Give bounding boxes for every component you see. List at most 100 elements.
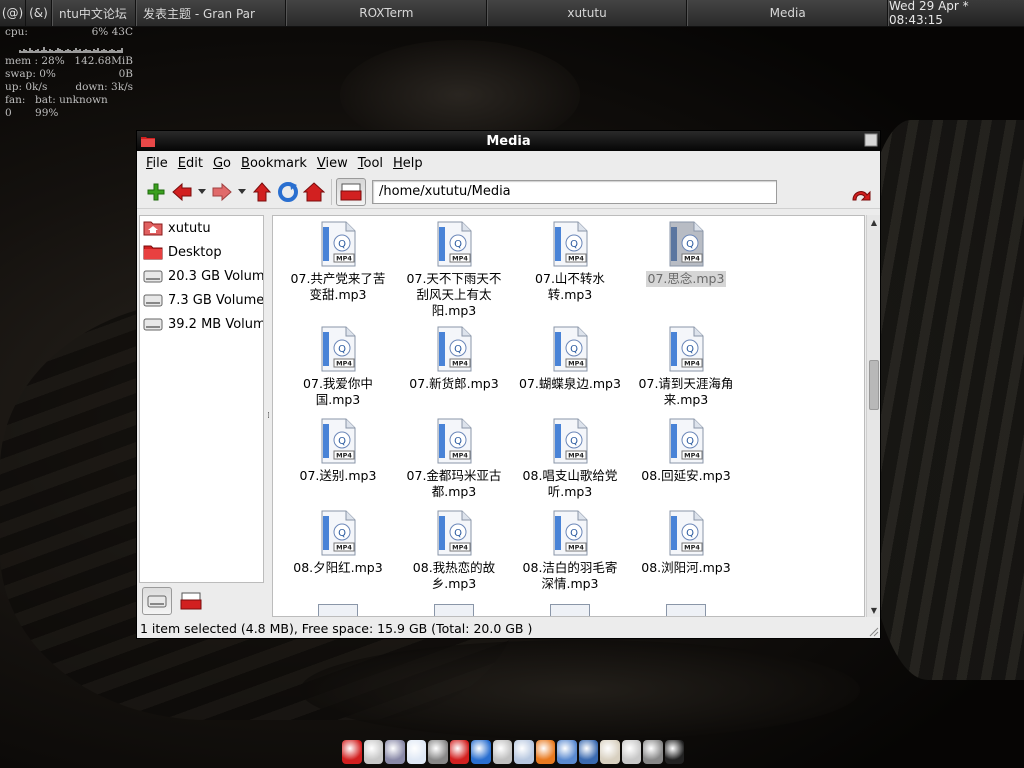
- menu-bookmark[interactable]: Bookmark: [236, 156, 312, 171]
- go-button[interactable]: [848, 183, 874, 209]
- home-icon: [303, 181, 325, 201]
- file-item-partial[interactable]: [434, 604, 474, 616]
- menu-view[interactable]: View: [312, 156, 353, 171]
- text-editor-icon[interactable]: [363, 740, 383, 764]
- sidebar-item-desktop[interactable]: Desktop: [140, 240, 263, 264]
- title-bar[interactable]: Media: [137, 131, 880, 151]
- vertical-scrollbar[interactable]: ▲ ▼: [866, 215, 880, 617]
- globe-icon[interactable]: [514, 740, 534, 764]
- file-badge: MP4: [452, 360, 468, 368]
- file-name: 08.唱支山歌给党: [522, 468, 618, 483]
- sidebar-item-volume-39mb[interactable]: 39.2 MB Volume: [140, 312, 263, 336]
- mem-value: 142.68MiB: [74, 55, 133, 67]
- svg-text:Q: Q: [686, 239, 694, 250]
- opera-icon[interactable]: [449, 740, 469, 764]
- file-item[interactable]: Q MP4 08.夕阳红.mp3: [280, 510, 396, 576]
- desktop-folder-icon: [143, 245, 163, 260]
- file-item[interactable]: Q MP4 08.我热恋的故 乡.mp3: [396, 510, 512, 592]
- back-button[interactable]: [169, 179, 195, 205]
- file-item[interactable]: Q MP4 07.我爱你中 国.mp3: [280, 326, 396, 408]
- book-icon[interactable]: [600, 740, 620, 764]
- audio-file-icon: Q MP4: [553, 418, 588, 464]
- file-item[interactable]: Q MP4 07.金都玛米亚古 都.mp3: [396, 418, 512, 500]
- menu-go[interactable]: Go: [208, 156, 236, 171]
- menu-help[interactable]: Help: [388, 156, 428, 171]
- file-item-partial[interactable]: [318, 604, 358, 616]
- task-button[interactable]: 发表主题 - Gran Par: [136, 0, 286, 26]
- file-item[interactable]: Q MP4 08.洁白的羽毛寄 深情.mp3: [512, 510, 628, 592]
- task-button-media[interactable]: Media: [687, 0, 889, 26]
- file-item[interactable]: Q MP4 07.思念.mp3: [628, 221, 744, 287]
- back-history-button[interactable]: [195, 179, 209, 205]
- resize-grip-icon[interactable]: [867, 625, 879, 637]
- scroll-up-arrow[interactable]: ▲: [867, 215, 881, 229]
- up-button[interactable]: [249, 179, 275, 205]
- workspace-1-button[interactable]: (@): [0, 0, 26, 26]
- places-mode-button[interactable]: [142, 587, 172, 615]
- sidebar-item-volume-20gb[interactable]: 20.3 GB Volume: [140, 264, 263, 288]
- sidebar-item-volume-7gb[interactable]: 7.3 GB Volume: [140, 288, 263, 312]
- task-button[interactable]: ntu中文论坛: [52, 0, 136, 26]
- task-button-roxterm[interactable]: ROXTerm: [286, 0, 487, 26]
- file-item-partial[interactable]: [666, 604, 706, 616]
- file-name: 08.洁白的羽毛寄: [522, 560, 618, 575]
- file-item-partial[interactable]: [550, 604, 590, 616]
- sidebar-item-xututu[interactable]: xututu: [140, 216, 263, 240]
- qq-icon[interactable]: [578, 740, 598, 764]
- file-item[interactable]: Q MP4 07.天不下雨天不 刮风天上有太 阳.mp3: [396, 221, 512, 319]
- forward-button[interactable]: [209, 179, 235, 205]
- scrollbar-thumb[interactable]: [869, 360, 879, 410]
- folder-icon[interactable]: [342, 740, 362, 764]
- file-item[interactable]: Q MP4 07.共产党来了苦 变甜.mp3: [280, 221, 396, 303]
- mem-label: mem : 28%: [5, 55, 65, 67]
- file-item[interactable]: Q MP4 08.唱支山歌给党 听.mp3: [512, 418, 628, 500]
- file-item[interactable]: Q MP4 08.回延安.mp3: [628, 418, 744, 484]
- side-pane-mode-switcher: [139, 585, 264, 617]
- terminal-icon[interactable]: [664, 740, 684, 764]
- cd-icon[interactable]: [492, 740, 512, 764]
- clock[interactable]: Wed 29 Apr * 08:43:15: [888, 0, 1024, 27]
- music-icon[interactable]: [471, 740, 491, 764]
- system-icon[interactable]: [385, 740, 405, 764]
- file-item[interactable]: Q MP4 07.送别.mp3: [280, 418, 396, 484]
- home-button[interactable]: [301, 179, 327, 205]
- workspace-2-button[interactable]: (&): [26, 0, 52, 26]
- joystick-icon[interactable]: [643, 740, 663, 764]
- maximize-icon[interactable]: [864, 133, 878, 147]
- menu-file[interactable]: File: [141, 156, 173, 171]
- file-item[interactable]: Q MP4 07.蝴蝶泉边.mp3: [512, 326, 628, 392]
- file-name: 07.送别.mp3: [299, 468, 377, 483]
- firefox-icon[interactable]: [535, 740, 555, 764]
- menu-tool[interactable]: Tool: [353, 156, 388, 171]
- file-list[interactable]: Q MP4 07.共产党来了苦 变甜.mp3 Q MP4 07.天不下雨天不 刮风天上有太 阳.…: [272, 215, 865, 617]
- toolbar-separator: [331, 178, 332, 205]
- sidebar-item-label: xututu: [168, 220, 211, 236]
- browser-icon[interactable]: [406, 740, 426, 764]
- dir-tree-mode-button[interactable]: [176, 587, 206, 615]
- window-title: Media: [486, 133, 531, 149]
- task-button-xututu[interactable]: xututu: [486, 0, 688, 26]
- media-icon[interactable]: [428, 740, 448, 764]
- file-badge: MP4: [684, 255, 700, 263]
- reload-button[interactable]: [275, 179, 301, 205]
- new-tab-button[interactable]: [143, 179, 169, 205]
- file-item[interactable]: Q MP4 08.浏阳河.mp3: [628, 510, 744, 576]
- scroll-down-arrow[interactable]: ▼: [867, 603, 881, 617]
- location-bar[interactable]: /home/xututu/Media: [372, 179, 777, 204]
- side-pane-button[interactable]: [336, 177, 366, 206]
- file-item[interactable]: Q MP4 07.山不转水 转.mp3: [512, 221, 628, 303]
- window-menu-icon[interactable]: [141, 135, 155, 147]
- file-item[interactable]: Q MP4 07.请到天涯海角 来.mp3: [628, 326, 744, 408]
- audio-file-icon: Q MP4: [437, 326, 472, 372]
- file-name: 听.mp3: [547, 484, 593, 499]
- cpu-value: 6% 43C: [91, 26, 133, 38]
- file-name: 07.蝴蝶泉边.mp3: [519, 376, 621, 391]
- menu-edit[interactable]: Edit: [173, 156, 208, 171]
- pane-splitter[interactable]: ⁞: [266, 215, 271, 617]
- forward-history-button[interactable]: [235, 179, 249, 205]
- go-icon: [852, 190, 871, 201]
- status-text: 1 item selected (4.8 MB), Free space: 15…: [140, 620, 533, 636]
- file-item[interactable]: Q MP4 07.新货郎.mp3: [396, 326, 512, 392]
- disk-icon[interactable]: [621, 740, 641, 764]
- chat-icon[interactable]: [557, 740, 577, 764]
